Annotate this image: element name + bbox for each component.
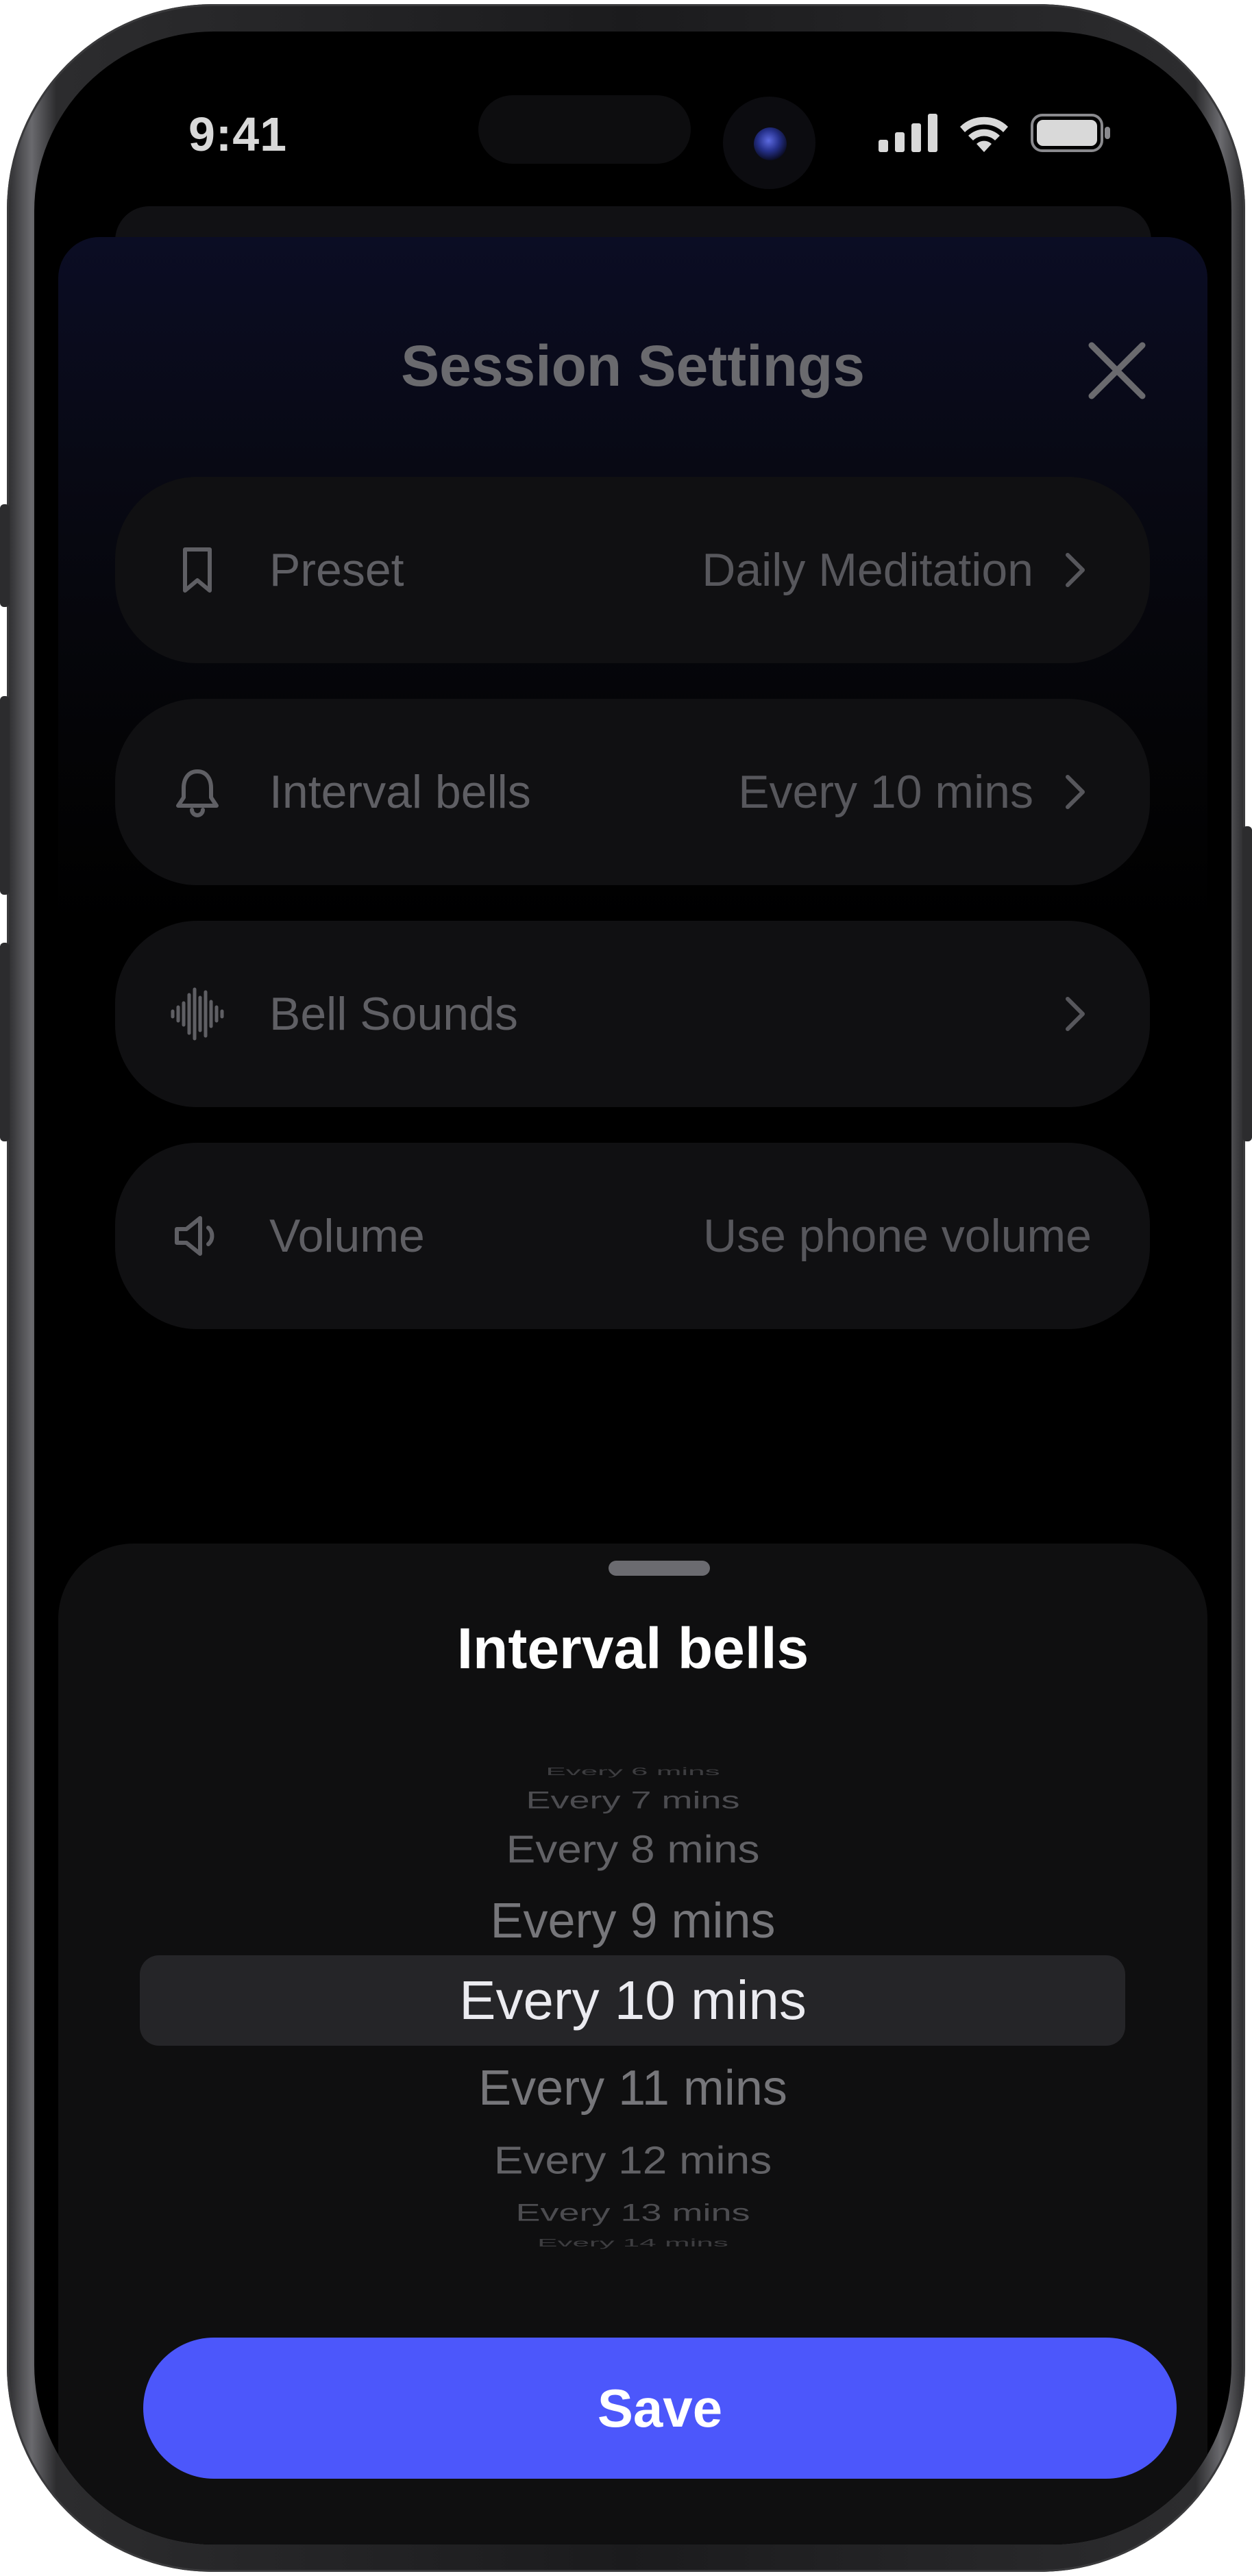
speaker-icon	[175, 1216, 214, 1256]
dynamic-island-pill	[478, 95, 691, 164]
setting-row-volume[interactable]: Volume Use phone volume	[115, 1143, 1150, 1329]
phone-screen: 9:41 Session Settings Preset Daily Medit…	[34, 32, 1231, 2544]
picker-title: Interval bells	[456, 1616, 809, 1681]
cellular-signal-icon	[879, 114, 937, 152]
setting-value-preset: Daily Meditation	[702, 544, 1033, 596]
volume-up-button	[0, 696, 10, 895]
setting-label-interval-bells: Interval bells	[269, 766, 531, 818]
picker-option[interactable]: Every 6 mins	[58, 1766, 1207, 1778]
status-time: 9:41	[188, 108, 288, 161]
setting-label-preset: Preset	[269, 544, 404, 596]
close-icon[interactable]	[1086, 340, 1148, 401]
chevron-right-icon	[1066, 775, 1085, 809]
chevron-right-icon	[1066, 997, 1085, 1031]
wifi-icon	[960, 116, 1008, 152]
setting-label-bell-sounds: Bell Sounds	[269, 988, 518, 1040]
interval-picker-wheel[interactable]: Every 6 mins Every 7 mins Every 8 mins E…	[58, 1763, 1207, 2263]
interval-bells-picker-sheet: Interval bells Every 6 mins Every 7 mins…	[58, 1544, 1207, 2544]
battery-icon	[1031, 114, 1110, 152]
picker-option[interactable]: Every 14 mins	[58, 2237, 1207, 2249]
picker-option[interactable]: Every 7 mins	[58, 1786, 1207, 1815]
sound-wave-icon	[171, 987, 224, 1041]
phone-frame: 9:41 Session Settings Preset Daily Medit…	[0, 4, 1252, 2572]
power-button	[1242, 826, 1252, 1141]
picker-option[interactable]: Every 8 mins	[58, 1824, 1207, 1874]
sheet-grabber-handle[interactable]	[609, 1561, 710, 1576]
session-settings-title: Session Settings	[401, 334, 865, 398]
picker-option[interactable]: Every 12 mins	[58, 2135, 1207, 2185]
setting-row-interval-bells[interactable]: Interval bells Every 10 mins	[115, 699, 1150, 885]
setting-row-preset[interactable]: Preset Daily Meditation	[115, 477, 1150, 663]
camera-lens	[754, 127, 787, 160]
status-icons	[879, 112, 1112, 153]
bell-icon	[176, 769, 219, 817]
picker-option[interactable]: Every 9 mins	[58, 1890, 1207, 1952]
setting-label-volume: Volume	[269, 1210, 425, 1262]
status-bar: 9:41	[34, 32, 1231, 193]
bookmark-icon	[183, 547, 212, 593]
picker-option-selected[interactable]: Every 10 mins	[58, 1970, 1207, 2031]
chevron-right-icon	[1066, 553, 1085, 587]
picker-option[interactable]: Every 13 mins	[58, 2199, 1207, 2227]
setting-row-bell-sounds[interactable]: Bell Sounds	[115, 921, 1150, 1107]
volume-down-button	[0, 943, 10, 1141]
action-button	[0, 504, 10, 607]
setting-value-volume: Use phone volume	[702, 1210, 1092, 1262]
setting-value-interval-bells: Every 10 mins	[738, 766, 1033, 818]
save-button[interactable]: Save	[143, 2338, 1177, 2479]
picker-option[interactable]: Every 11 mins	[58, 2057, 1207, 2119]
